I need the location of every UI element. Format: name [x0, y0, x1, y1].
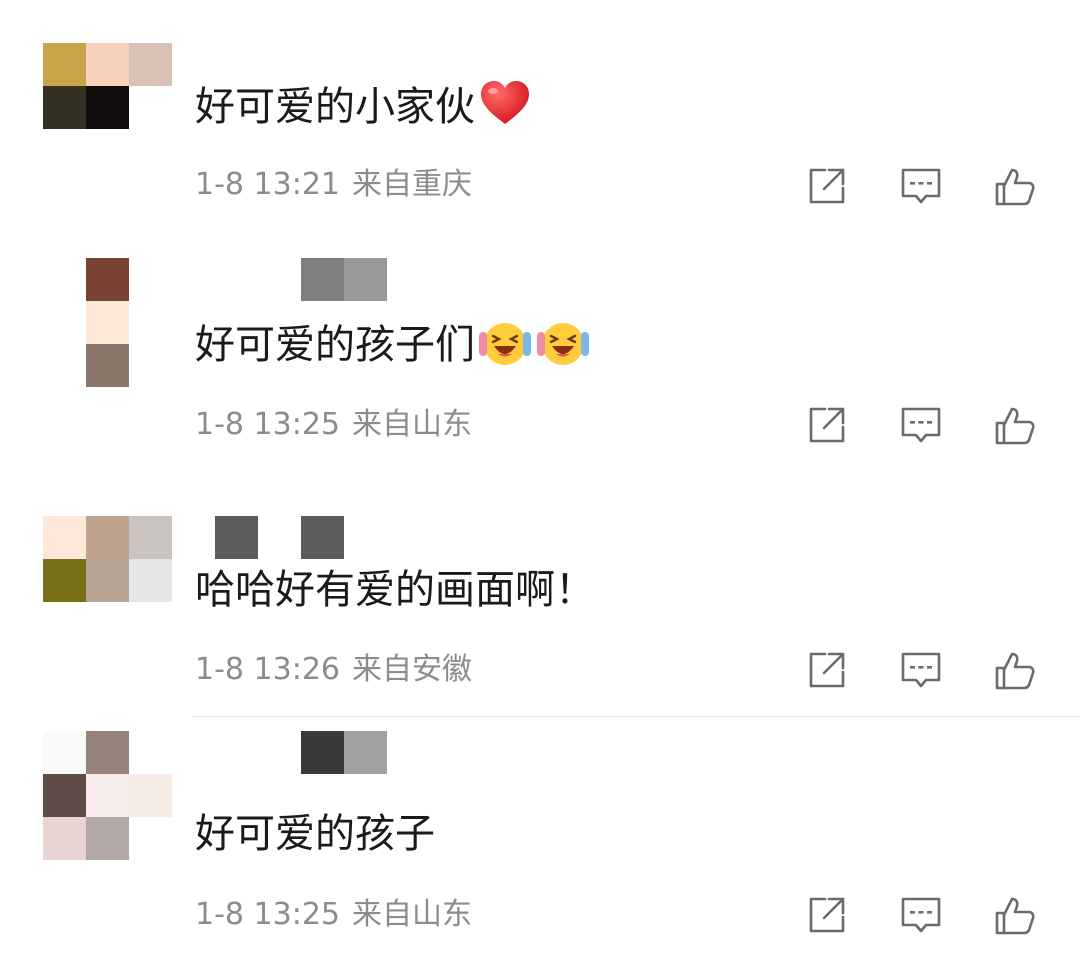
laughing-tears-emoji-icon: [479, 323, 531, 365]
username-blur[interactable]: [301, 731, 387, 774]
avatar-pixel: [86, 516, 129, 559]
avatar-pixel: [129, 301, 172, 344]
avatar-pixel: [129, 516, 172, 559]
comment-icon[interactable]: [899, 164, 943, 208]
comment-actions: [805, 648, 1037, 692]
share-icon[interactable]: [805, 648, 849, 692]
divider: [193, 716, 1080, 717]
comment-meta: 1-8 13:25 来自山东: [195, 407, 472, 443]
share-icon[interactable]: [805, 164, 849, 208]
avatar-pixel: [129, 817, 172, 860]
avatar-pixel: [86, 43, 129, 86]
avatar-pixel: [43, 516, 86, 559]
avatar-pixel: [86, 258, 129, 301]
avatar-pixel: [129, 258, 172, 301]
username-blur[interactable]: [215, 516, 344, 559]
comment-location: 来自山东: [352, 407, 472, 442]
comment-time: 1-8 13:26: [195, 652, 340, 687]
avatar-pixel: [43, 602, 86, 645]
share-icon[interactable]: [805, 403, 849, 447]
comment-text-wrap: 好可爱的孩子: [195, 810, 435, 858]
comment-meta: 1-8 13:25 来自山东: [195, 897, 472, 933]
avatar-pixel: [86, 774, 129, 817]
comment-text: 哈哈好有爱的画面啊！: [195, 567, 595, 613]
avatar-pixel: [43, 774, 86, 817]
comment-meta: 1-8 13:21 来自重庆: [195, 167, 472, 203]
avatar-pixel: [129, 43, 172, 86]
thumbs-up-icon[interactable]: [993, 648, 1037, 692]
thumbs-up-icon[interactable]: [993, 403, 1037, 447]
avatar-pixel: [43, 344, 86, 387]
comment-location: 来自山东: [352, 897, 472, 932]
comment-actions: [805, 164, 1037, 208]
comment-actions: [805, 403, 1037, 447]
avatar-pixel: [86, 559, 129, 602]
avatar-pixel: [129, 774, 172, 817]
comment-text: 好可爱的小家伙: [195, 84, 475, 130]
avatar-pixel: [43, 129, 86, 172]
avatar-pixel: [43, 731, 86, 774]
avatar-pixel: [43, 301, 86, 344]
avatar-pixel: [86, 344, 129, 387]
comment-text: 好可爱的孩子: [195, 811, 435, 857]
avatar[interactable]: [43, 516, 172, 645]
avatar[interactable]: [43, 731, 172, 860]
avatar-pixel: [86, 129, 129, 172]
username-blur[interactable]: [301, 258, 387, 301]
avatar-pixel: [86, 301, 129, 344]
comment-time: 1-8 13:25: [195, 897, 340, 932]
comment-location: 来自重庆: [352, 167, 472, 202]
avatar-pixel: [43, 86, 86, 129]
share-icon[interactable]: [805, 893, 849, 937]
avatar-pixel: [129, 129, 172, 172]
avatar-pixel: [86, 731, 129, 774]
comment-actions: [805, 893, 1037, 937]
avatar[interactable]: [43, 258, 172, 387]
avatar-pixel: [129, 602, 172, 645]
comment-meta: 1-8 13:26 来自安徽: [195, 652, 472, 688]
laughing-tears-emoji-icon: [537, 323, 589, 365]
comment-text-wrap: 好可爱的孩子们: [195, 318, 591, 369]
avatar-pixel: [129, 86, 172, 129]
comment-icon[interactable]: [899, 893, 943, 937]
avatar-pixel: [43, 43, 86, 86]
avatar[interactable]: [43, 43, 172, 172]
comment-icon[interactable]: [899, 648, 943, 692]
comment-time: 1-8 13:21: [195, 167, 340, 202]
thumbs-up-icon[interactable]: [993, 164, 1037, 208]
thumbs-up-icon[interactable]: [993, 893, 1037, 937]
avatar-pixel: [129, 731, 172, 774]
avatar-pixel: [86, 86, 129, 129]
avatar-pixel: [86, 817, 129, 860]
heart-emoji-icon: [481, 81, 529, 124]
comment-text-wrap: 哈哈好有爱的画面啊！: [195, 566, 595, 614]
comment-location: 来自安徽: [352, 652, 472, 687]
avatar-pixel: [43, 258, 86, 301]
avatar-pixel: [129, 344, 172, 387]
comment-icon[interactable]: [899, 403, 943, 447]
avatar-pixel: [129, 559, 172, 602]
comment-time: 1-8 13:25: [195, 407, 340, 442]
avatar-pixel: [86, 602, 129, 645]
avatar-pixel: [43, 817, 86, 860]
avatar-pixel: [43, 559, 86, 602]
comment-text-wrap: 好可爱的小家伙: [195, 80, 531, 131]
comment-text: 好可爱的孩子们: [195, 322, 475, 368]
